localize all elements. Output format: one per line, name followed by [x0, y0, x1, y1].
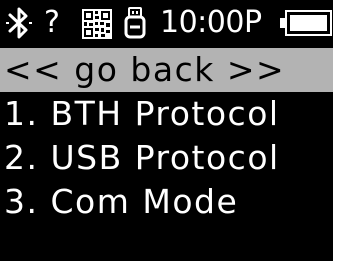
lcd-screen: ? 10:00P << go back >> 1. BTH Protocol 2…: [0, 0, 333, 261]
menu-item-bth-protocol[interactable]: 1. BTH Protocol: [0, 92, 333, 136]
menu-list: << go back >> 1. BTH Protocol 2. USB Pro…: [0, 48, 333, 224]
menu-item-com-mode[interactable]: 3. Com Mode: [0, 180, 333, 224]
usb-icon: [124, 7, 146, 39]
clock: 10:00P: [160, 5, 262, 40]
qr-code-icon: [82, 9, 112, 39]
device-frame: ? 10:00P << go back >> 1. BTH Protocol 2…: [0, 0, 338, 261]
bluetooth-icon: [6, 7, 32, 39]
go-back-item[interactable]: << go back >>: [0, 48, 333, 92]
menu-item-usb-protocol[interactable]: 2. USB Protocol: [0, 136, 333, 180]
help-icon: ?: [44, 5, 60, 40]
battery-icon: [280, 10, 332, 36]
status-bar: ? 10:00P: [0, 0, 333, 46]
